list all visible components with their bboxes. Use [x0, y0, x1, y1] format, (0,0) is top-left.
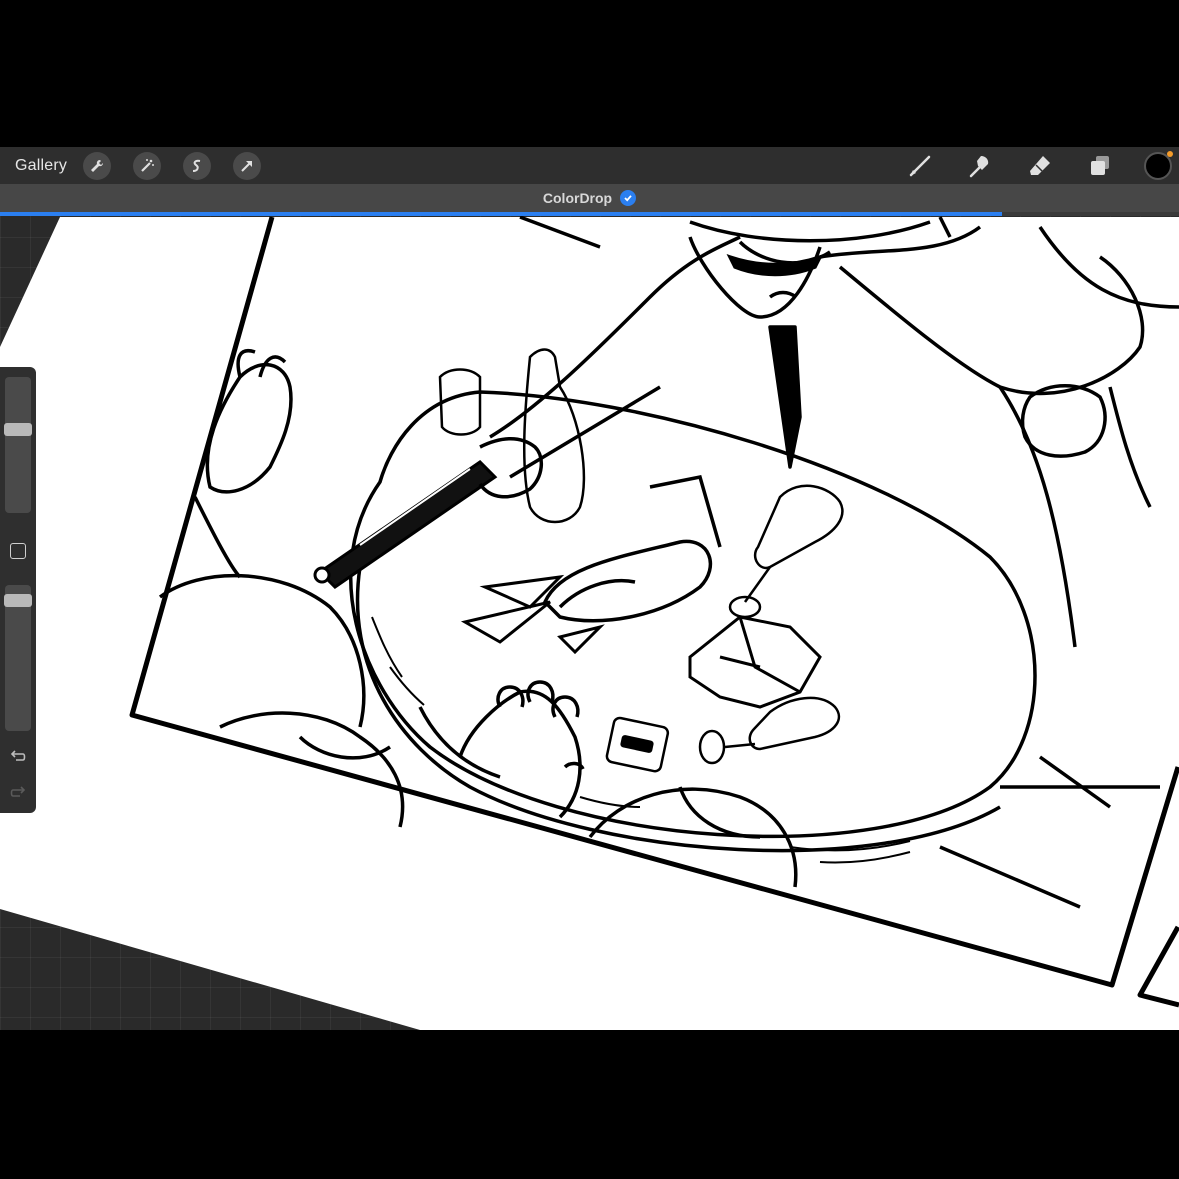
brush-size-thumb[interactable]: [4, 422, 32, 436]
transform-arrow-icon: [241, 160, 253, 172]
redo-icon[interactable]: [9, 783, 27, 801]
erase-tool-button[interactable]: [1024, 150, 1056, 182]
opacity-slider[interactable]: [4, 585, 32, 731]
brush-icon: [909, 155, 931, 176]
eraser-icon: [1030, 155, 1050, 175]
colordrop-notice: ColorDrop: [0, 184, 1179, 212]
line-art-illustration: [0, 215, 1179, 1030]
selection-button[interactable]: [183, 151, 212, 180]
transform-button[interactable]: [233, 151, 262, 180]
letterbox-bottom: [0, 1030, 1179, 1179]
drawing-canvas[interactable]: [0, 147, 1179, 1030]
opacity-thumb[interactable]: [4, 594, 32, 608]
top-toolbar: Gallery: [0, 147, 1179, 184]
letterbox-top: [0, 0, 1179, 147]
smudge-tool-button[interactable]: [964, 150, 996, 182]
procreate-app: Gallery ColorDrop: [0, 147, 1179, 1030]
colordrop-progress: [0, 212, 1179, 216]
adjustments-button[interactable]: [133, 151, 162, 180]
undo-icon[interactable]: [9, 747, 27, 765]
layers-button[interactable]: [1084, 150, 1116, 182]
selection-icon: [193, 159, 201, 172]
gallery-button[interactable]: Gallery: [15, 157, 67, 175]
layers-icon: [1091, 155, 1109, 175]
left-sidebar: [0, 367, 36, 813]
progress-fill: [0, 212, 1003, 216]
checkmark-icon: [620, 190, 637, 206]
magic-wand-icon: [141, 158, 155, 172]
notice-text: ColorDrop: [542, 190, 613, 206]
right-toolbar: [904, 147, 1179, 184]
brush-size-slider[interactable]: [4, 377, 32, 513]
smudge-icon: [969, 155, 989, 177]
paint-tool-button[interactable]: [904, 150, 936, 182]
wrench-icon: [91, 159, 104, 172]
modify-button[interactable]: [10, 543, 26, 559]
color-picker-button[interactable]: [1144, 150, 1173, 180]
actions-button[interactable]: [83, 151, 112, 180]
